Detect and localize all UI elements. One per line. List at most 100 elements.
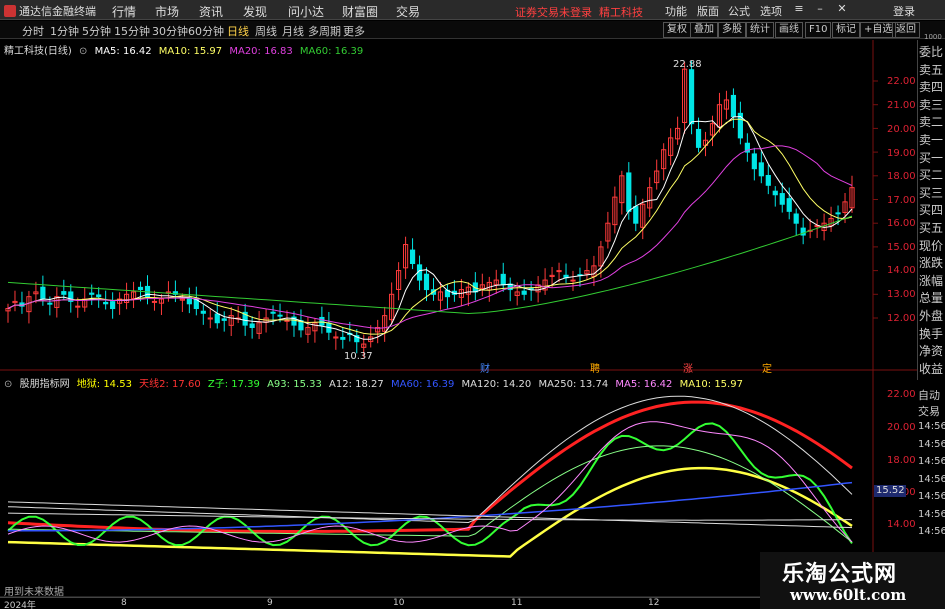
price-tick: 13.00 bbox=[887, 289, 916, 300]
ma20-line bbox=[7, 145, 853, 329]
low-price-label: 10.37 bbox=[344, 351, 373, 362]
candle-body bbox=[151, 300, 158, 303]
candle-body bbox=[730, 94, 737, 118]
candle-body bbox=[103, 301, 109, 305]
price-tick: 19.00 bbox=[887, 148, 916, 159]
event-marker-pin[interactable]: 聘 bbox=[590, 360, 600, 375]
date-label: 2024年 bbox=[4, 601, 36, 609]
time-label: 14:56 bbox=[918, 438, 945, 450]
candle-body bbox=[793, 213, 799, 224]
date-label: 10 bbox=[393, 598, 405, 608]
date-axis bbox=[0, 597, 760, 609]
quote-panel-item: 净资 bbox=[919, 344, 944, 359]
indicator-legend: ⊙ 股朋指标网 地狱: 14.53 天线2: 17.60 Z子: 17.39 A… bbox=[4, 375, 747, 390]
high-price-label: 22.88 bbox=[673, 59, 702, 70]
kline-chart[interactable] bbox=[0, 0, 945, 609]
candle-body bbox=[500, 273, 506, 286]
quote-panel-item: 总量 bbox=[919, 291, 944, 306]
time-label: 14:56 bbox=[918, 526, 945, 537]
price-tick: 17.00 bbox=[887, 195, 916, 206]
date-label: 11 bbox=[511, 598, 523, 608]
quote-panel-item: 现价 bbox=[919, 238, 944, 253]
ind-tick: 14.00 bbox=[887, 519, 916, 530]
a12-label: A12: 18.27 bbox=[329, 379, 384, 390]
dizhu-line bbox=[7, 466, 853, 558]
watermark-url: www.60lt.com bbox=[790, 586, 907, 604]
ind-tick: 18.00 bbox=[887, 455, 916, 466]
quote-panel-item: 买三 bbox=[919, 185, 944, 200]
quote-panel-item: 买一 bbox=[919, 150, 944, 165]
candle-body bbox=[249, 323, 255, 328]
indicator-collapse-icon[interactable]: ⊙ bbox=[4, 379, 12, 390]
candle-body bbox=[695, 128, 702, 148]
candle-body bbox=[221, 318, 227, 321]
ind-ma60-label: MA60: 16.39 bbox=[390, 379, 455, 390]
zizi-line bbox=[7, 422, 853, 547]
watermark-cn: 乐淘公式网 bbox=[782, 561, 898, 587]
ma10-line bbox=[7, 118, 853, 335]
price-tick: 20.00 bbox=[887, 124, 916, 135]
panel-trade[interactable]: 交易 bbox=[918, 403, 940, 419]
date-label: 12 bbox=[648, 598, 660, 608]
quote-panel-item: 委比 bbox=[919, 45, 944, 59]
candle-body bbox=[423, 273, 430, 291]
event-marker-cai[interactable]: 财 bbox=[480, 360, 490, 375]
future-data-note: 用到未来数据 bbox=[4, 587, 64, 598]
candle-body bbox=[207, 317, 213, 320]
quote-panel-item: 卖一 bbox=[919, 133, 944, 147]
time-label: 14:56 bbox=[918, 421, 945, 432]
candle-body bbox=[137, 286, 144, 291]
candle-body bbox=[786, 198, 792, 212]
ma5-line bbox=[7, 115, 853, 340]
price-tick: 16.00 bbox=[887, 218, 916, 229]
price-tick: 18.00 bbox=[887, 171, 916, 182]
event-marker-ding[interactable]: 定 bbox=[762, 360, 772, 375]
candle-body bbox=[626, 172, 632, 212]
dizhu-label: 地狱: 14.53 bbox=[76, 379, 132, 390]
ind-tick: 20.00 bbox=[887, 422, 916, 433]
candle-body bbox=[61, 291, 67, 295]
price-tick: 12.00 bbox=[887, 313, 916, 324]
quote-panel-item: 收益 bbox=[919, 361, 944, 376]
candle-body bbox=[40, 286, 46, 300]
quote-panel-item: 换手 bbox=[919, 326, 944, 341]
date-label: 9 bbox=[267, 598, 273, 608]
panel-auto[interactable]: 自动 bbox=[918, 387, 940, 403]
price-tick: 14.00 bbox=[887, 265, 916, 276]
quote-panel-item: 外盘 bbox=[919, 309, 944, 323]
time-label: 14:56 bbox=[918, 491, 945, 502]
current-value-badge: 15.52 bbox=[874, 485, 906, 497]
candle-body bbox=[284, 319, 290, 322]
quote-panel-item: 买五 bbox=[919, 221, 944, 235]
candle-body bbox=[570, 279, 576, 282]
candle-body bbox=[270, 311, 276, 314]
zizi-label: Z子: 17.39 bbox=[207, 379, 260, 390]
candle-body bbox=[340, 336, 346, 340]
quote-panel-item: 买二 bbox=[919, 168, 944, 183]
candle-body bbox=[319, 316, 325, 326]
event-marker-zhang[interactable]: 涨 bbox=[683, 360, 693, 375]
date-label: 8 bbox=[121, 598, 127, 608]
ind-tick: 22.00 bbox=[887, 389, 916, 400]
price-tick: 22.00 bbox=[887, 76, 916, 87]
ind-ma10-label: MA10: 15.97 bbox=[679, 379, 743, 390]
indicator-name[interactable]: 股朋指标网 bbox=[20, 379, 70, 390]
candle-body bbox=[633, 206, 639, 224]
time-label: 14:56 bbox=[918, 456, 945, 467]
site-watermark: 乐淘公式网 www.60lt.com bbox=[760, 552, 945, 609]
quote-panel-item: 涨幅 bbox=[919, 273, 944, 288]
candle-body bbox=[75, 305, 81, 308]
quote-panel-item: 卖三 bbox=[919, 97, 944, 112]
candle-body bbox=[835, 212, 841, 215]
candle-body bbox=[751, 153, 757, 170]
time-label: 14:56 bbox=[918, 473, 945, 485]
quote-panel-item: 买四 bbox=[919, 203, 944, 218]
quote-panel-item: 涨跌 bbox=[919, 256, 944, 271]
quote-panel-item: 卖五 bbox=[919, 62, 944, 77]
tianxian-label: 天线2: 17.60 bbox=[139, 379, 201, 390]
price-tick: 15.00 bbox=[887, 242, 916, 253]
candle-body bbox=[772, 190, 778, 196]
candle-body bbox=[758, 162, 764, 177]
a93-label: A93: 15.33 bbox=[267, 379, 322, 390]
candle-body bbox=[688, 69, 695, 125]
